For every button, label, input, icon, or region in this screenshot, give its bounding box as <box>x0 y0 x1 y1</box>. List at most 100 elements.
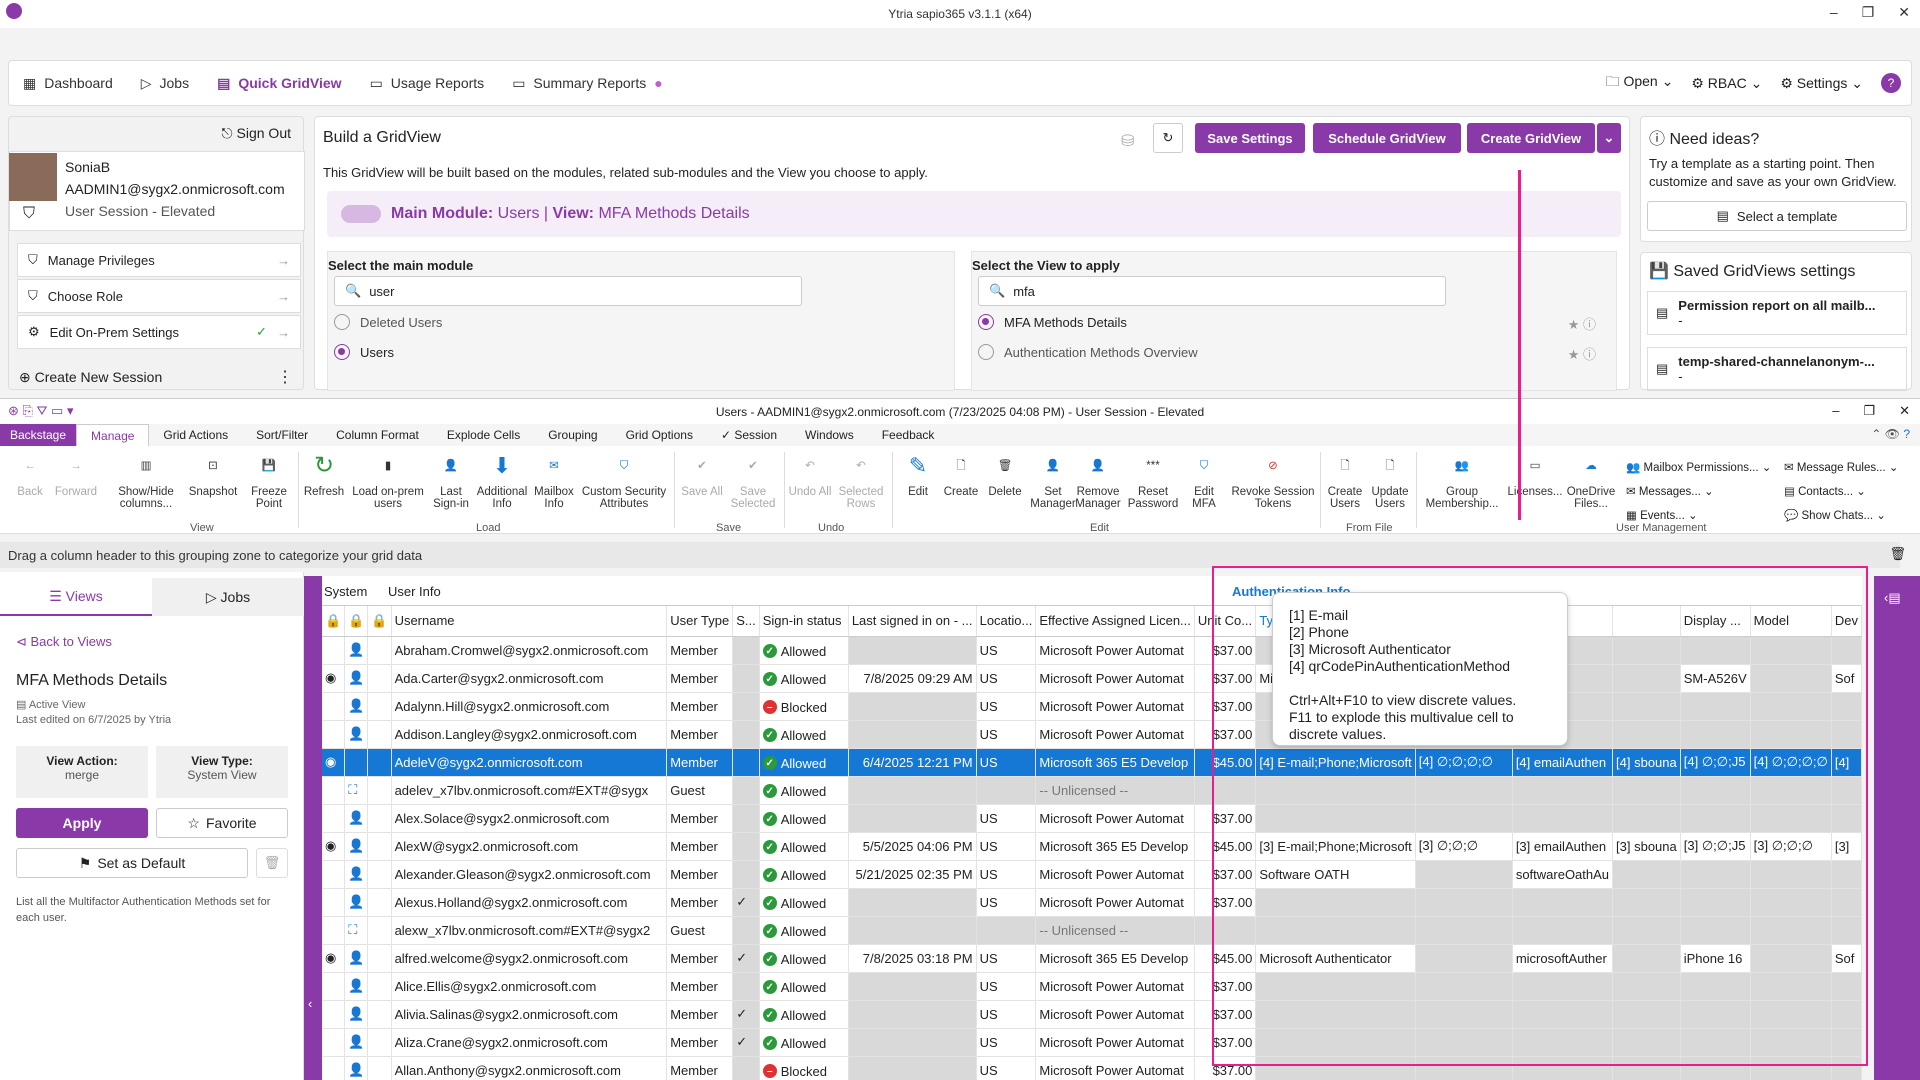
table-cell[interactable] <box>732 664 760 693</box>
table-cell[interactable]: Microsoft Power Automat <box>1035 972 1195 1001</box>
trash-icon[interactable]: 🗑 <box>256 848 288 878</box>
table-cell[interactable] <box>732 832 760 861</box>
table-cell[interactable] <box>732 804 760 833</box>
table-cell[interactable]: Abraham.Cromwel@sygx2.onmicrosoft.com <box>391 636 668 665</box>
column-header[interactable]: Effective Assigned Licen... <box>1035 606 1195 637</box>
tab-usage-reports[interactable]: ▭ Usage Reports <box>356 61 499 105</box>
table-cell[interactable]: Guest <box>666 776 734 805</box>
column-header[interactable]: Locatio... <box>976 606 1037 637</box>
table-cell[interactable]: US <box>976 636 1037 665</box>
table-cell[interactable]: 7/8/2025 09:29 AM <box>848 664 977 693</box>
table-cell[interactable]: ✓ Allowed <box>759 1028 849 1057</box>
table-cell[interactable] <box>848 972 977 1001</box>
table-cell[interactable]: US <box>976 832 1037 861</box>
table-cell[interactable] <box>732 720 760 749</box>
table-cell[interactable]: ✓ Allowed <box>759 916 849 945</box>
undo-selected-rows-button[interactable]: ↶ Selected Rows <box>834 450 888 510</box>
table-cell[interactable] <box>732 748 760 777</box>
reset-password-button[interactable]: *** Reset Password <box>1126 450 1180 510</box>
maximize-icon[interactable]: ❐ <box>1862 4 1875 21</box>
table-cell[interactable]: Aliza.Crane@sygx2.onmicrosoft.com <box>391 1028 668 1057</box>
tab-jobs-pane[interactable]: ▷ Jobs <box>152 578 304 616</box>
table-cell[interactable] <box>848 804 977 833</box>
trash-icon[interactable]: 🗑 <box>1889 546 1906 562</box>
column-header[interactable]: Username <box>391 606 668 637</box>
table-cell[interactable]: US <box>976 860 1037 889</box>
remove-manager-button[interactable]: 👤 Remove Manager <box>1070 450 1126 510</box>
show-chats-button[interactable]: 💬 Show Chats... ⌄ <box>1784 504 1899 528</box>
column-header[interactable]: S... <box>732 606 760 637</box>
table-cell[interactable]: -- Unlicensed -- <box>1035 776 1195 805</box>
table-cell[interactable]: US <box>976 804 1037 833</box>
table-cell[interactable]: ✓ Allowed <box>759 776 849 805</box>
table-cell[interactable]: Member <box>666 944 734 973</box>
table-cell[interactable]: Microsoft Power Automat <box>1035 692 1195 721</box>
schedule-gridview-button[interactable]: Schedule GridView <box>1313 123 1461 153</box>
save-settings-button[interactable]: Save Settings <box>1195 123 1305 153</box>
edit-button[interactable]: ✎ Edit <box>898 450 938 499</box>
saved-item[interactable]: ▤ Permission report on all mailb... - <box>1647 291 1907 335</box>
table-cell[interactable]: Ada.Carter@sygx2.onmicrosoft.com <box>391 664 668 693</box>
maximize-icon[interactable]: ❐ <box>1863 403 1875 419</box>
favorite-icon[interactable]: ★ ⓘ <box>1568 314 1596 333</box>
table-cell[interactable] <box>848 692 977 721</box>
table-cell[interactable]: ✓ Allowed <box>759 1000 849 1029</box>
tab-quick-gridview[interactable]: ▤ Quick GridView <box>203 61 355 105</box>
tab-grid-options[interactable]: Grid Options <box>612 424 707 446</box>
table-cell[interactable]: AdeleV@sygx2.onmicrosoft.com <box>391 748 668 777</box>
table-cell[interactable]: US <box>976 944 1037 973</box>
table-cell[interactable]: US <box>976 748 1037 777</box>
table-cell[interactable]: Member <box>666 804 734 833</box>
table-cell[interactable] <box>976 916 1037 945</box>
favorite-icon[interactable]: ★ ⓘ <box>1568 344 1596 363</box>
create-gridview-button[interactable]: Create GridView <box>1467 123 1595 153</box>
table-cell[interactable] <box>732 692 760 721</box>
delete-button[interactable]: 🗑 Delete <box>984 450 1026 498</box>
table-cell[interactable]: Member <box>666 832 734 861</box>
table-cell[interactable]: Member <box>666 888 734 917</box>
module-toggle[interactable] <box>341 205 381 223</box>
table-cell[interactable] <box>732 916 760 945</box>
table-cell[interactable] <box>848 636 977 665</box>
group-membership-button[interactable]: 👥 Group Membership... <box>1420 450 1504 510</box>
refresh-icon[interactable]: ↻ <box>1153 123 1183 153</box>
table-cell[interactable]: ✓ Allowed <box>759 636 849 665</box>
table-cell[interactable]: Microsoft Power Automat <box>1035 720 1195 749</box>
table-cell[interactable]: Alice.Ellis@sygx2.onmicrosoft.com <box>391 972 668 1001</box>
table-cell[interactable]: Addison.Langley@sygx2.onmicrosoft.com <box>391 720 668 749</box>
table-cell[interactable]: ✓ Allowed <box>759 832 849 861</box>
favorite-button[interactable]: ☆ Favorite <box>156 808 288 838</box>
view-search-input[interactable]: 🔍 mfa <box>978 276 1446 306</box>
edit-mfa-button[interactable]: ⛉ Edit MFA <box>1182 450 1226 510</box>
create-users-button[interactable]: 🗋 Create Users <box>1324 450 1366 510</box>
contacts-button[interactable]: ▤ Contacts... ⌄ <box>1784 480 1899 504</box>
table-cell[interactable] <box>848 916 977 945</box>
table-cell[interactable]: Alexander.Gleason@sygx2.onmicrosoft.com <box>391 860 668 889</box>
create-new-session-button[interactable]: ⊕ Create New Session <box>19 369 162 386</box>
select-template-button[interactable]: ▤ Select a template <box>1647 201 1907 231</box>
table-cell[interactable]: ✓ Allowed <box>759 664 849 693</box>
table-cell[interactable]: ✓ Allowed <box>759 804 849 833</box>
messages-button[interactable]: ✉ Messages... ⌄ <box>1626 480 1771 504</box>
save-all-button[interactable]: ✔ Save All <box>680 450 724 498</box>
table-cell[interactable]: US <box>976 1000 1037 1029</box>
table-cell[interactable]: Microsoft Power Automat <box>1035 860 1195 889</box>
mailbox-info-button[interactable]: ✉ Mailbox Info <box>532 450 576 510</box>
table-cell[interactable]: US <box>976 720 1037 749</box>
help-icon[interactable]: ? <box>1881 73 1901 93</box>
table-cell[interactable]: Microsoft Power Automat <box>1035 664 1195 693</box>
table-cell[interactable]: adelev_x7lbv.onmicrosoft.com#EXT#@sygx <box>391 776 668 805</box>
table-cell[interactable]: Allan.Anthony@sygx2.onmicrosoft.com <box>391 1056 668 1080</box>
table-cell[interactable]: US <box>976 692 1037 721</box>
column-header[interactable]: Last signed in on - ... <box>848 606 977 637</box>
table-cell[interactable] <box>732 860 760 889</box>
table-cell[interactable] <box>848 1000 977 1029</box>
table-cell[interactable]: Member <box>666 972 734 1001</box>
table-cell[interactable]: alexw_x7lbv.onmicrosoft.com#EXT#@sygx2 <box>391 916 668 945</box>
snapshot-button[interactable]: ⊡ Snapshot <box>184 450 242 498</box>
table-cell[interactable]: Member <box>666 1056 734 1080</box>
chevron-down-icon[interactable]: ⌄ <box>1597 123 1621 153</box>
table-cell[interactable]: Member <box>666 692 734 721</box>
table-cell[interactable]: US <box>976 972 1037 1001</box>
table-cell[interactable]: Alex.Solace@sygx2.onmicrosoft.com <box>391 804 668 833</box>
